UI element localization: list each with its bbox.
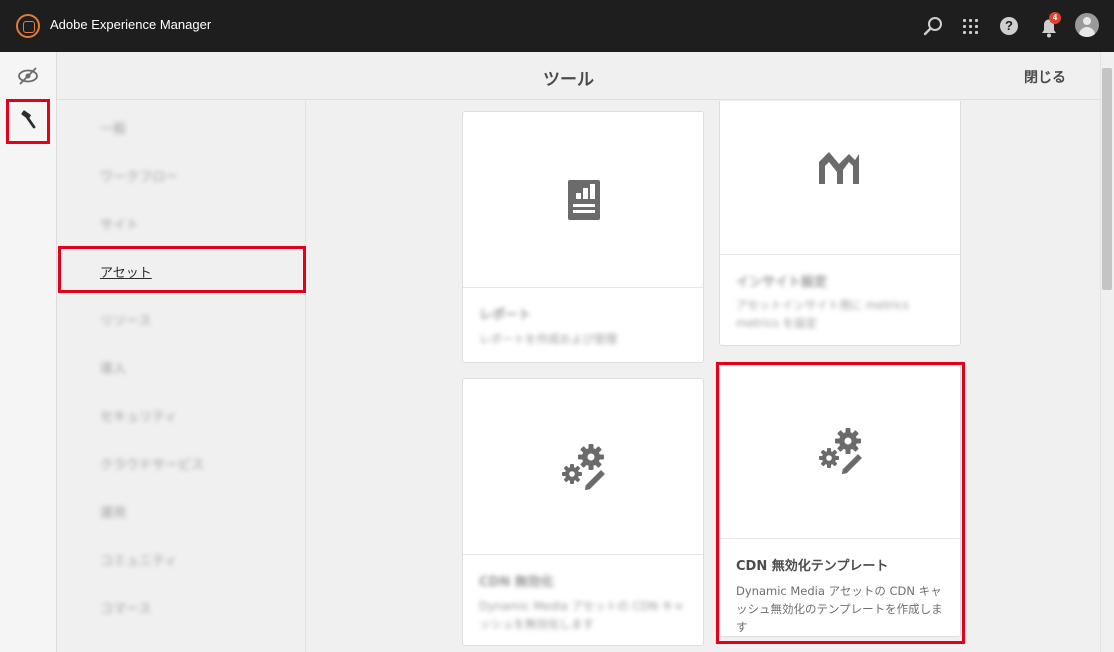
tools-card-grid: レポート レポートを作成および管理 インサイト設定 アセットインサイト用に me… (307, 101, 1100, 652)
category-workflow[interactable]: ワークフロー (100, 166, 178, 185)
help-icon[interactable]: ? (1000, 17, 1018, 35)
page-header: ツール 閉じる (57, 52, 1100, 100)
notification-badge: 4 (1049, 12, 1061, 24)
category-communities[interactable]: コミュニティ (100, 550, 177, 569)
card-title: レポート (479, 308, 532, 323)
category-list: 一般 ワークフロー サイト アセット リソース 導入 セキュリティ クラウドサー… (57, 101, 306, 652)
cdn-template-highlight-box (716, 362, 965, 644)
page-title: ツール (543, 70, 594, 90)
card-thumbnail (720, 101, 960, 255)
report-icon (568, 180, 600, 220)
category-commerce[interactable]: コマース (100, 598, 151, 617)
scrollbar-thumb[interactable] (1102, 68, 1112, 290)
search-icon[interactable] (922, 14, 944, 38)
card-title: インサイト設定 (736, 275, 828, 290)
card-insights-config[interactable]: インサイト設定 アセットインサイト用に metrics metrics を設定 (719, 101, 961, 346)
insights-chart-icon (819, 152, 859, 184)
card-cdn-invalidation[interactable]: CDN 無効化 Dynamic Media アセットの CDN キャッシュを無効… (462, 378, 704, 646)
top-bar: Adobe Experience Manager ? 4 (0, 0, 1114, 52)
category-sites[interactable]: サイト (100, 214, 139, 233)
assets-highlight-box (58, 246, 306, 293)
category-resources[interactable]: リソース (100, 310, 151, 329)
category-general[interactable]: 一般 (100, 118, 126, 137)
category-operations[interactable]: 運用 (100, 502, 126, 521)
aem-logo-icon[interactable] (16, 14, 40, 38)
card-thumbnail (463, 379, 703, 555)
category-deployment[interactable]: 導入 (100, 358, 126, 377)
user-avatar[interactable] (1075, 13, 1099, 37)
close-button[interactable]: 閉じる (1024, 67, 1066, 87)
gears-edit-icon (562, 444, 608, 491)
card-title: CDN 無効化 (479, 575, 554, 590)
tools-highlight-box (6, 99, 50, 144)
card-thumbnail (463, 112, 703, 288)
card-description: レポートを作成および管理 (479, 332, 617, 346)
solutions-grid-icon[interactable] (961, 17, 981, 37)
category-security[interactable]: セキュリティ (100, 406, 177, 425)
category-cloud-services[interactable]: クラウドサービス (100, 454, 204, 473)
card-description: アセットインサイト用に metrics metrics を設定 (736, 298, 909, 330)
card-description: Dynamic Media アセットの CDN キャッシュを無効化します (479, 599, 685, 631)
card-reports[interactable]: レポート レポートを作成および管理 (462, 111, 704, 363)
app-title[interactable]: Adobe Experience Manager (50, 17, 211, 32)
eye-hidden-icon[interactable] (14, 62, 42, 90)
